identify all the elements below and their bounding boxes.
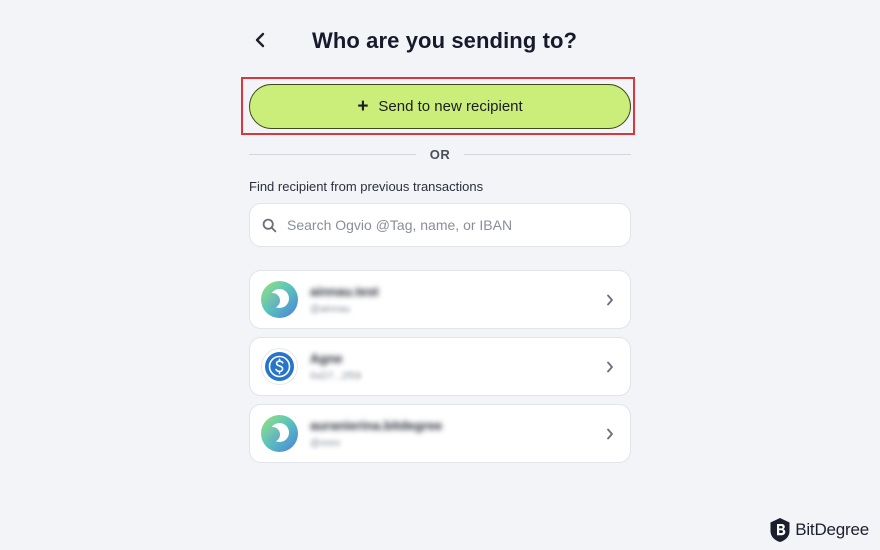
search-icon (262, 218, 277, 232)
ogvio-logo-icon (261, 415, 298, 452)
divider-line-left (249, 153, 416, 155)
recipient-row-2[interactable]: Agne 0xD7...2f59 (249, 337, 631, 396)
usdc-coin-icon (261, 348, 298, 385)
bitdegree-logo-icon (770, 518, 790, 542)
chevron-right-icon (604, 361, 616, 373)
back-button[interactable] (248, 28, 272, 52)
search-box[interactable] (249, 203, 631, 247)
page-title: Who are you sending to? (312, 28, 578, 53)
recipient-row-3[interactable]: auranierina.bitdegree @oreo (249, 404, 631, 463)
divider-line-right (464, 153, 631, 155)
or-divider: OR (249, 145, 631, 163)
recipient-name: Agne (310, 351, 343, 366)
send-to-new-recipient-label: Send to new recipient (378, 98, 523, 115)
search-input[interactable] (285, 216, 609, 234)
recipient-handle: 0xD7...2f59 (310, 371, 362, 382)
brand-name: BitDegree (795, 520, 869, 539)
recipient-handle: @oreo (310, 438, 341, 449)
ogvio-logo-icon (261, 281, 298, 318)
chevron-right-icon (604, 428, 616, 440)
chevron-left-icon (255, 32, 265, 48)
recipient-row-1[interactable]: ainnau.test @ainnau (249, 270, 631, 329)
or-label: OR (429, 146, 451, 162)
recipient-name: auranierina.bitdegree (310, 418, 443, 433)
plus-icon: + (357, 96, 369, 117)
recipient-handle: @ainnau (310, 304, 351, 315)
find-recipient-label: Find recipient from previous transaction… (249, 179, 484, 194)
bitdegree-watermark: BitDegree (769, 517, 869, 543)
recipient-name: ainnau.test (310, 284, 379, 299)
send-to-new-recipient-button[interactable]: + Send to new recipient (249, 84, 631, 129)
chevron-right-icon (604, 294, 616, 306)
recipient-list: ainnau.test @ainnau Agne 0xD7...2f59 aur… (249, 270, 631, 471)
